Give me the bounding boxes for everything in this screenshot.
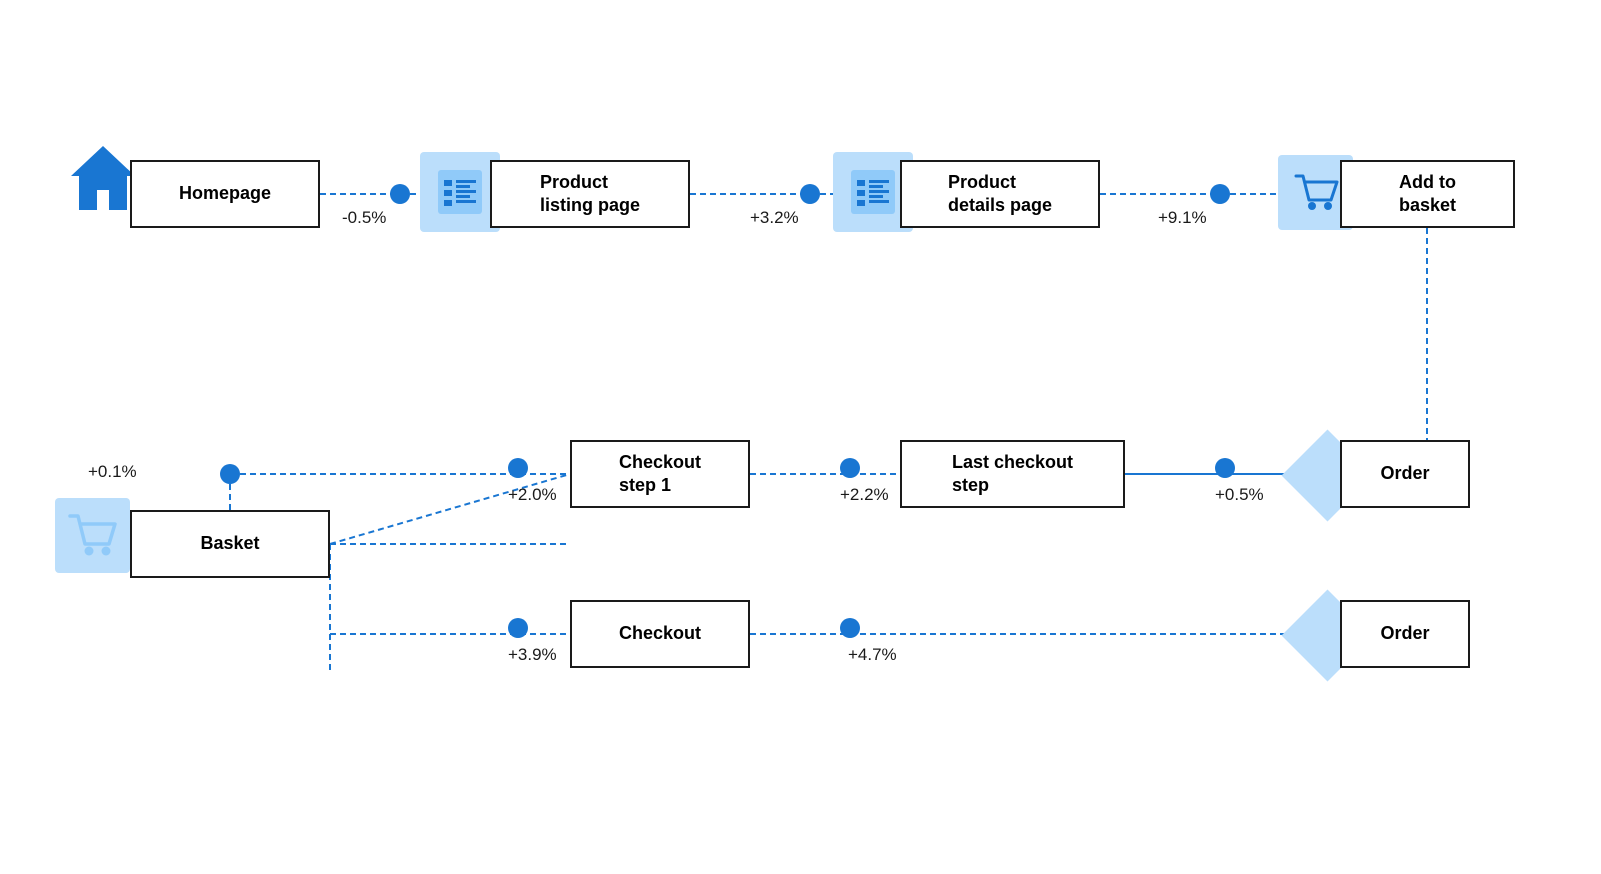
dot-homepage-listing xyxy=(390,184,410,204)
add-to-basket-node: Add tobasket xyxy=(1340,160,1515,228)
order2-label: Order xyxy=(1380,622,1429,645)
order2-node: Order xyxy=(1340,600,1470,668)
product-listing-label: Productlisting page xyxy=(540,171,640,218)
product-listing-node: Productlisting page xyxy=(490,160,690,228)
last-checkout-node: Last checkoutstep xyxy=(900,440,1125,508)
checkout-step1-node: Checkoutstep 1 xyxy=(570,440,750,508)
pct-homepage-listing: -0.5% xyxy=(342,208,386,228)
checkout-node: Checkout xyxy=(570,600,750,668)
dot-checkout1-last xyxy=(840,458,860,478)
connector-lines xyxy=(0,0,1601,874)
order1-node: Order xyxy=(1340,440,1470,508)
pct-basket-checkout1: +2.0% xyxy=(508,485,557,505)
last-checkout-label: Last checkoutstep xyxy=(952,451,1073,498)
dot-basket-checkout xyxy=(508,618,528,638)
dot-basket-return xyxy=(220,464,240,484)
dot-checkout-order2 xyxy=(840,618,860,638)
homepage-label: Homepage xyxy=(179,182,271,205)
basket-icon xyxy=(55,498,130,573)
pct-checkout1-last: +2.2% xyxy=(840,485,889,505)
pct-checkout-order2: +4.7% xyxy=(848,645,897,665)
dot-basket-checkout1 xyxy=(508,458,528,478)
checkout-step1-label: Checkoutstep 1 xyxy=(619,451,701,498)
product-details-label: Productdetails page xyxy=(948,171,1052,218)
pct-basket-checkout: +3.9% xyxy=(508,645,557,665)
homepage-node: Homepage xyxy=(130,160,320,228)
order1-label: Order xyxy=(1380,462,1429,485)
add-to-basket-label: Add tobasket xyxy=(1399,171,1456,218)
dot-listing-details xyxy=(800,184,820,204)
product-details-node: Productdetails page xyxy=(900,160,1100,228)
diagram-container: Homepage -0.5% Productlisting page +3.2% xyxy=(0,0,1601,874)
basket-label: Basket xyxy=(200,532,259,555)
product-listing-icon xyxy=(420,152,500,232)
pct-listing-details: +3.2% xyxy=(750,208,799,228)
basket-node: Basket xyxy=(130,510,330,578)
pct-last-order1: +0.5% xyxy=(1215,485,1264,505)
pct-details-basket: +9.1% xyxy=(1158,208,1207,228)
pct-basket-return: +0.1% xyxy=(88,462,137,482)
dot-last-order1 xyxy=(1215,458,1235,478)
checkout-label: Checkout xyxy=(619,622,701,645)
dot-details-basket xyxy=(1210,184,1230,204)
